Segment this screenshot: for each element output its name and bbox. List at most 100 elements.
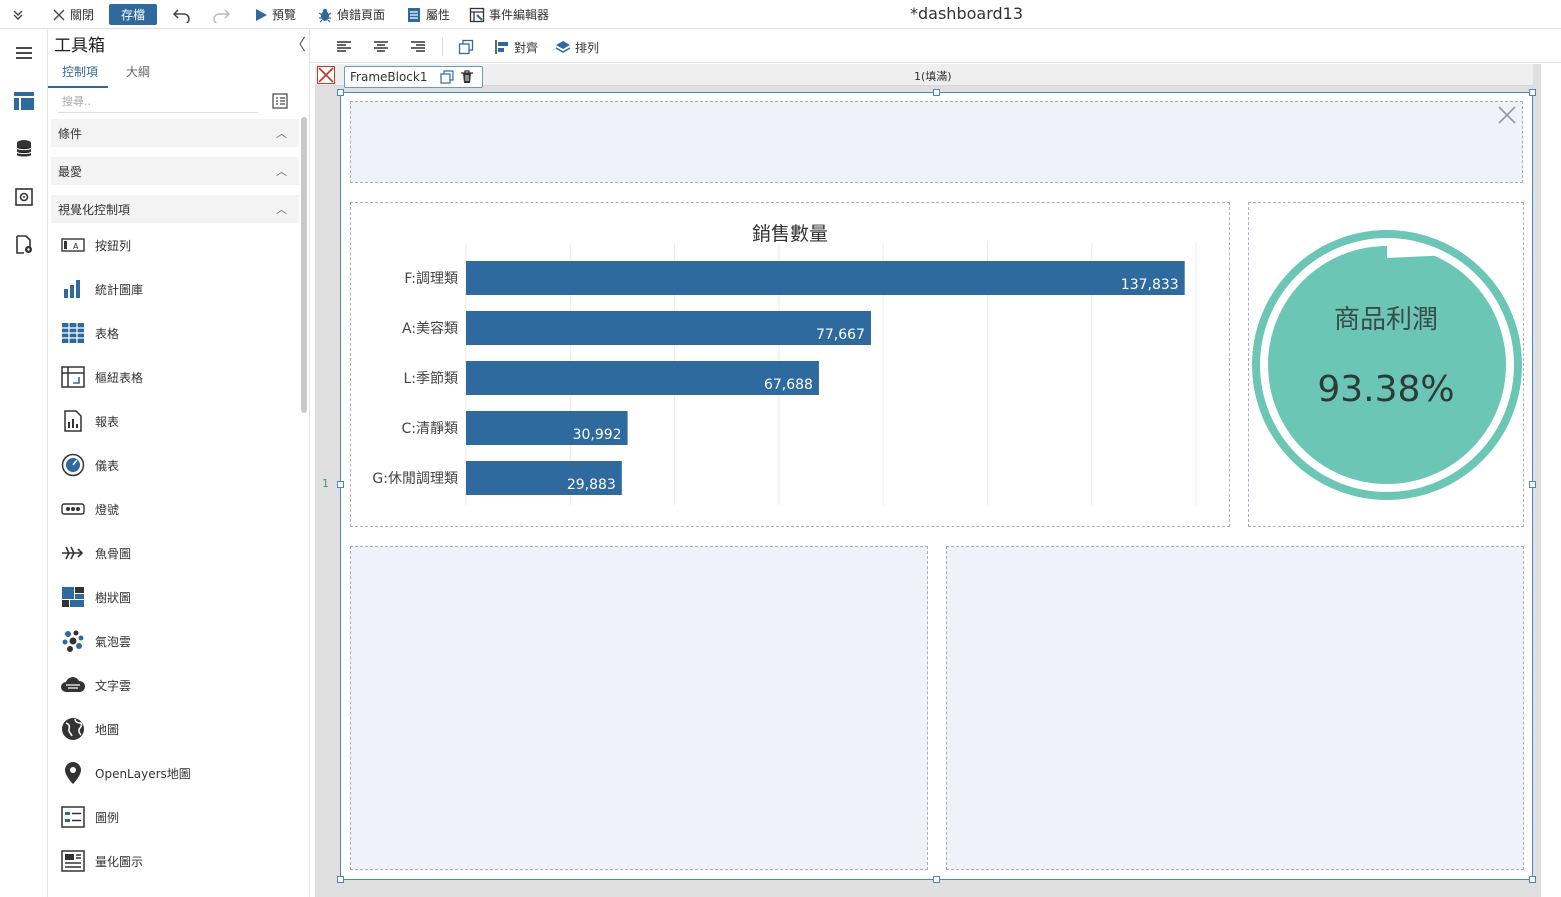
close-icon (53, 9, 65, 20)
search-input[interactable] (58, 91, 258, 113)
tab-outline[interactable]: 大綱 (126, 63, 150, 80)
align-left-button[interactable] (336, 37, 356, 57)
tool-item[interactable]: 氣泡雲 (60, 627, 290, 655)
bar[interactable] (466, 311, 871, 345)
document-title: *dashboard13 (910, 4, 1023, 23)
quantified-icon (60, 848, 86, 874)
section-favorites[interactable]: 最愛 ︿ (51, 157, 299, 185)
debug-page-button[interactable]: 偵錯頁面 (317, 4, 385, 25)
align-objects-icon (495, 40, 508, 54)
collapse-panel-icon[interactable]: 〈 (290, 31, 306, 55)
gauge-title: 商品利潤 (1333, 305, 1438, 335)
gauge-panel[interactable]: 商品利潤 93.38% (1248, 202, 1524, 527)
align-center-button[interactable] (373, 37, 393, 57)
tab-controls[interactable]: 控制項 (62, 63, 98, 80)
close-icon[interactable] (1496, 104, 1518, 126)
legend-icon (60, 804, 86, 830)
tool-item-label: 量化圖示 (95, 854, 144, 869)
align-right-button[interactable] (410, 37, 430, 57)
resize-handle[interactable] (337, 876, 344, 883)
tool-item-label: 文字雲 (95, 678, 132, 693)
tool-item[interactable]: 圖例 (60, 803, 290, 831)
tool-item-label: 按鈕列 (95, 238, 132, 253)
trash-icon[interactable] (460, 70, 474, 84)
resize-handle[interactable] (1529, 89, 1536, 96)
resize-handle[interactable] (1529, 481, 1536, 488)
category-label: F:調理類 (404, 271, 458, 287)
tool-item[interactable]: A 按鈕列 (60, 231, 290, 259)
tool-item[interactable]: OpenLayers地圖 (60, 759, 290, 787)
bug-icon (318, 8, 332, 22)
tool-item-label: 統計圖庫 (95, 282, 144, 297)
bar-chart: F:調理類 137,833 A:美容類 77,667 L:季節類 67,688 C:清靜類 3… (372, 243, 1197, 505)
close-button[interactable]: 關閉 (52, 4, 94, 25)
arrange-button[interactable]: 排列 (555, 37, 599, 57)
settings-panel-icon[interactable] (12, 185, 36, 209)
copy-icon[interactable] (440, 70, 454, 84)
redo-button[interactable] (211, 4, 235, 25)
database-icon[interactable] (12, 137, 36, 161)
tool-item[interactable]: 文字雲 (60, 671, 290, 699)
section-visual-controls[interactable]: 視覺化控制項 ︿ (51, 195, 299, 223)
toolbox-panel: 工具箱 〈 控制項 大綱 條件 ︿ 最愛 ︿ 視覺化控制項 ︿ A 按鈕列統計圖庫… (48, 29, 310, 897)
align-button[interactable]: 對齊 (494, 37, 538, 57)
frame-block[interactable]: 銷售數量 F:調理類 137,833 A:美容類 77,667 L:季節類 67,688 C… (337, 89, 1536, 883)
tool-item-label: 樞紐表格 (95, 370, 144, 385)
tool-item[interactable]: 樹狀圖 (60, 583, 290, 611)
tool-item[interactable]: 魚骨圖 (60, 539, 290, 567)
redo-icon (213, 8, 231, 23)
toolbox-scrollbar[interactable] (301, 117, 307, 413)
document-settings-icon[interactable] (12, 233, 36, 257)
tool-item-label: 燈號 (95, 502, 120, 517)
bar[interactable] (466, 261, 1185, 295)
section-conditions[interactable]: 條件 ︿ (51, 119, 299, 147)
layers-icon (555, 41, 571, 53)
tool-item[interactable]: 燈號 (60, 495, 290, 523)
resize-handle[interactable] (1529, 876, 1536, 883)
resize-handle[interactable] (933, 89, 940, 96)
gauge-ring (1252, 230, 1522, 500)
bar-chart-icon (60, 276, 86, 302)
bottom-right-panel[interactable] (946, 546, 1524, 870)
button-bar-icon: A (60, 232, 86, 258)
delete-row-button[interactable] (317, 66, 335, 84)
category-label: G:休閒調理類 (372, 471, 458, 487)
category-label: A:美容類 (402, 320, 458, 337)
globe-icon (60, 716, 86, 742)
layout-icon[interactable] (12, 89, 36, 113)
tool-item[interactable]: 量化圖示 (60, 847, 290, 875)
tool-item[interactable]: 儀表 (60, 451, 290, 479)
bottom-left-panel[interactable] (350, 546, 928, 870)
frame-block-tag[interactable]: FrameBlock1 (344, 66, 483, 88)
undo-button[interactable] (172, 4, 196, 25)
resize-handle[interactable] (933, 876, 940, 883)
row-number: 1 (322, 477, 329, 490)
column-ruler: 1(填滿) (315, 64, 1533, 86)
properties-button[interactable]: 屬性 (406, 4, 450, 25)
resize-handle[interactable] (337, 481, 344, 488)
tool-item[interactable]: 表格 (60, 319, 290, 347)
preview-button[interactable]: 預覽 (254, 4, 296, 25)
data-label: 67,688 (764, 377, 813, 393)
tool-item-label: 儀表 (95, 458, 120, 473)
tool-item-label: 表格 (95, 326, 120, 341)
tool-item[interactable]: 地圖 (60, 715, 290, 743)
tool-item[interactable]: 統計圖庫 (60, 275, 290, 303)
category-label: L:季節類 (403, 370, 458, 387)
tool-item[interactable]: 樞紐表格 (60, 363, 290, 391)
save-button[interactable]: 存檔 (109, 4, 157, 25)
header-panel[interactable] (350, 101, 1523, 183)
tool-item-label: 圖例 (95, 810, 120, 825)
tool-item[interactable]: 報表 (60, 407, 290, 435)
expand-chevron-icon[interactable] (10, 4, 30, 25)
chevron-up-icon: ︿ (276, 165, 287, 178)
menu-icon[interactable] (12, 41, 36, 65)
resize-handle[interactable] (337, 89, 344, 96)
duplicate-button[interactable] (458, 37, 478, 57)
bar-chart-panel[interactable]: 銷售數量 F:調理類 137,833 A:美容類 77,667 L:季節類 67,688 C… (350, 202, 1230, 527)
table-icon (60, 320, 86, 346)
properties-icon (408, 7, 420, 22)
event-editor-button[interactable]: 事件編輯器 (469, 4, 549, 25)
search-options-icon[interactable] (272, 93, 288, 113)
svg-text:A: A (73, 242, 79, 251)
